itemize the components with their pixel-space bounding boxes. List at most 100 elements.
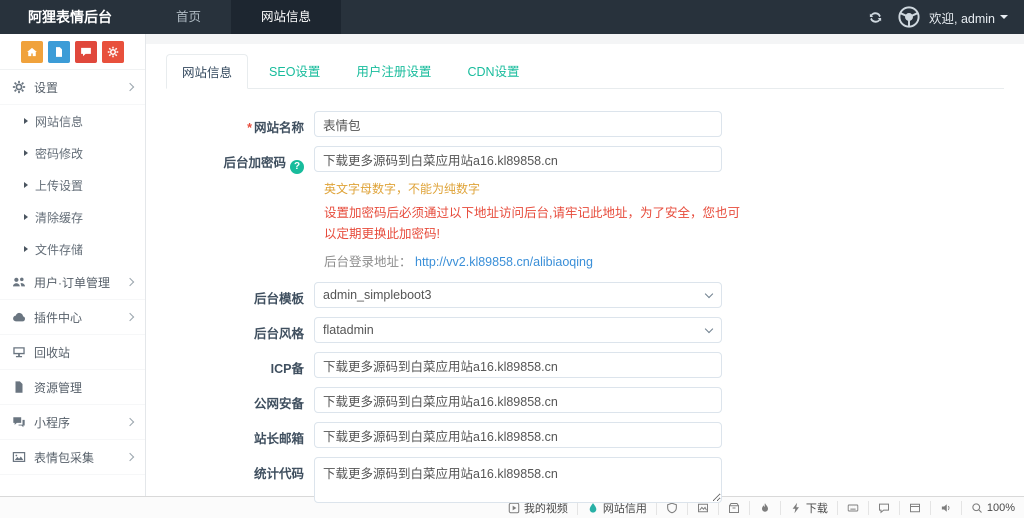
caret-icon: [24, 182, 28, 188]
box-icon: [728, 502, 740, 514]
topnav-site-info[interactable]: 网站信息: [231, 0, 341, 34]
keyboard-icon: [847, 502, 859, 514]
field-label-icp: ICP备: [166, 352, 314, 377]
sidebar-item-label: 网站信息: [35, 113, 83, 130]
sidebar-item-file-storage[interactable]: 文件存储: [0, 233, 145, 265]
field-label-admin-style: 后台风格: [166, 317, 314, 342]
sidebar-item-label: 小程序: [34, 414, 70, 431]
keyboard-button[interactable]: [837, 501, 868, 515]
refresh-icon[interactable]: [868, 10, 883, 25]
chevron-right-icon: [126, 278, 134, 286]
sidebar-item-settings[interactable]: 设置: [0, 70, 145, 105]
password-helper-text: 英文字母数字，不能为纯数字: [324, 180, 1004, 197]
password-warning-text: 设置加密码后必须通过以下地址访问后台,请牢记此地址，为了安全，您也可以定期更换此…: [324, 203, 744, 246]
sidebar-item-site-info[interactable]: 网站信息: [0, 105, 145, 137]
sidebar-item-user-order-mgmt[interactable]: 用户·订单管理: [0, 265, 145, 300]
window-button[interactable]: [899, 501, 930, 515]
mute-button[interactable]: [930, 501, 961, 515]
image-icon: [12, 450, 26, 464]
sidebar-item-label: 回收站: [34, 344, 70, 361]
chat-icon: [878, 502, 890, 514]
sidebar-item-label: 设置: [34, 79, 58, 96]
admin-template-select[interactable]: admin_simpleboot3: [314, 282, 722, 308]
cloud-icon: [12, 310, 26, 324]
caret-icon: [24, 150, 28, 156]
field-label-public-security: 公网安备: [166, 387, 314, 412]
caret-icon: [24, 246, 28, 252]
user-menu[interactable]: 欢迎, admin: [897, 5, 1008, 29]
public-security-input[interactable]: [314, 387, 722, 413]
top-bar: 阿狸表情后台 首页 网站信息 欢迎, admin: [0, 0, 1024, 34]
top-nav: 首页 网站信息: [146, 0, 341, 34]
sidebar-item-recycle-bin[interactable]: 回收站: [0, 335, 145, 370]
tab-site-info[interactable]: 网站信息: [166, 54, 248, 89]
speaker-icon: [940, 502, 952, 514]
site-info-form: 网站名称 后台加密码 英文字母数字，不能为纯数字 设置加密码后必须通过以下地址访…: [166, 111, 1004, 518]
download-button[interactable]: 下载: [780, 501, 837, 515]
collect-button[interactable]: [718, 501, 749, 515]
field-label-stats-code: 统计代码: [166, 457, 314, 482]
main-content: 网站信息 SEO设置 用户注册设置 CDN设置 网站名称 后台加密码 英文字母数…: [146, 34, 1024, 496]
stats-code-textarea[interactable]: 下载更多源码到白菜应用站a16.kl89858.cn: [314, 457, 722, 503]
login-address-label: 后台登录地址：: [324, 255, 412, 269]
tab-user-register-settings[interactable]: 用户注册设置: [341, 54, 446, 88]
avatar-icon: [897, 5, 921, 29]
zoom-control[interactable]: 100%: [961, 501, 1024, 515]
chevron-down-icon: [1000, 15, 1008, 19]
admin-password-input[interactable]: [314, 146, 722, 172]
sidebar-item-plugin-center[interactable]: 插件中心: [0, 300, 145, 335]
sidebar-item-label: 上传设置: [35, 177, 83, 194]
sidebar-item-password-change[interactable]: 密码修改: [0, 137, 145, 169]
chevron-right-icon: [126, 313, 134, 321]
comment-icon[interactable]: [75, 41, 97, 63]
field-label-webmaster-email: 站长邮箱: [166, 422, 314, 447]
app-title: 阿狸表情后台: [0, 0, 146, 34]
feedback-button[interactable]: [868, 501, 899, 515]
magnifier-icon: [971, 502, 983, 514]
download-label: 下载: [806, 500, 828, 516]
sidebar-item-label: 资源管理: [34, 379, 82, 396]
chevron-right-icon: [126, 83, 134, 91]
sidebar-item-label: 用户·订单管理: [34, 274, 110, 291]
speed-mode-button[interactable]: [749, 501, 780, 515]
help-icon[interactable]: [290, 160, 304, 174]
sidebar-shortcuts: [0, 34, 145, 70]
sidebar-item-mini-program[interactable]: 小程序: [0, 405, 145, 440]
field-label-site-name: 网站名称: [166, 111, 314, 136]
login-address-link[interactable]: http://vv2.kl89858.cn/alibiaoqing: [415, 255, 593, 269]
icp-input[interactable]: [314, 352, 722, 378]
sidebar-item-resource-mgmt[interactable]: 资源管理: [0, 370, 145, 405]
users-icon: [12, 275, 26, 289]
welcome-text: 欢迎, admin: [929, 8, 1008, 27]
gear-icon[interactable]: [102, 41, 124, 63]
sidebar-item-label: 插件中心: [34, 309, 82, 326]
tab-cdn-settings[interactable]: CDN设置: [452, 54, 534, 88]
chevron-right-icon: [126, 418, 134, 426]
topbar-right: 欢迎, admin: [868, 0, 1024, 34]
gear-icon: [12, 80, 26, 94]
home-icon[interactable]: [21, 41, 43, 63]
sidebar-item-label: 文件存储: [35, 241, 83, 258]
zoom-level-label: 100%: [987, 502, 1015, 514]
sidebar: 设置 网站信息 密码修改 上传设置 清除缓存 文件存储 用户·订单管理 插件中心…: [0, 34, 146, 496]
desktop-icon: [12, 345, 26, 359]
site-name-input[interactable]: [314, 111, 722, 137]
sidebar-item-label: 密码修改: [35, 145, 83, 162]
sidebar-item-label: 清除缓存: [35, 209, 83, 226]
sidebar-item-label: 表情包采集: [34, 449, 94, 466]
sidebar-item-upload-settings[interactable]: 上传设置: [0, 169, 145, 201]
file-icon: [12, 380, 26, 394]
caret-icon: [24, 118, 28, 124]
sidebar-item-clear-cache[interactable]: 清除缓存: [0, 201, 145, 233]
admin-style-select[interactable]: flatadmin: [314, 317, 722, 343]
webmaster-email-input[interactable]: [314, 422, 722, 448]
file-icon[interactable]: [48, 41, 70, 63]
tab-seo-settings[interactable]: SEO设置: [254, 54, 335, 88]
comments-icon: [12, 415, 26, 429]
field-label-admin-password: 后台加密码: [166, 146, 314, 174]
sidebar-item-emoji-collect[interactable]: 表情包采集: [0, 440, 145, 475]
login-address-line: 后台登录地址： http://vv2.kl89858.cn/alibiaoqin…: [324, 251, 1004, 270]
field-label-admin-template: 后台模板: [166, 282, 314, 307]
topnav-home[interactable]: 首页: [146, 0, 231, 34]
caret-icon: [24, 214, 28, 220]
